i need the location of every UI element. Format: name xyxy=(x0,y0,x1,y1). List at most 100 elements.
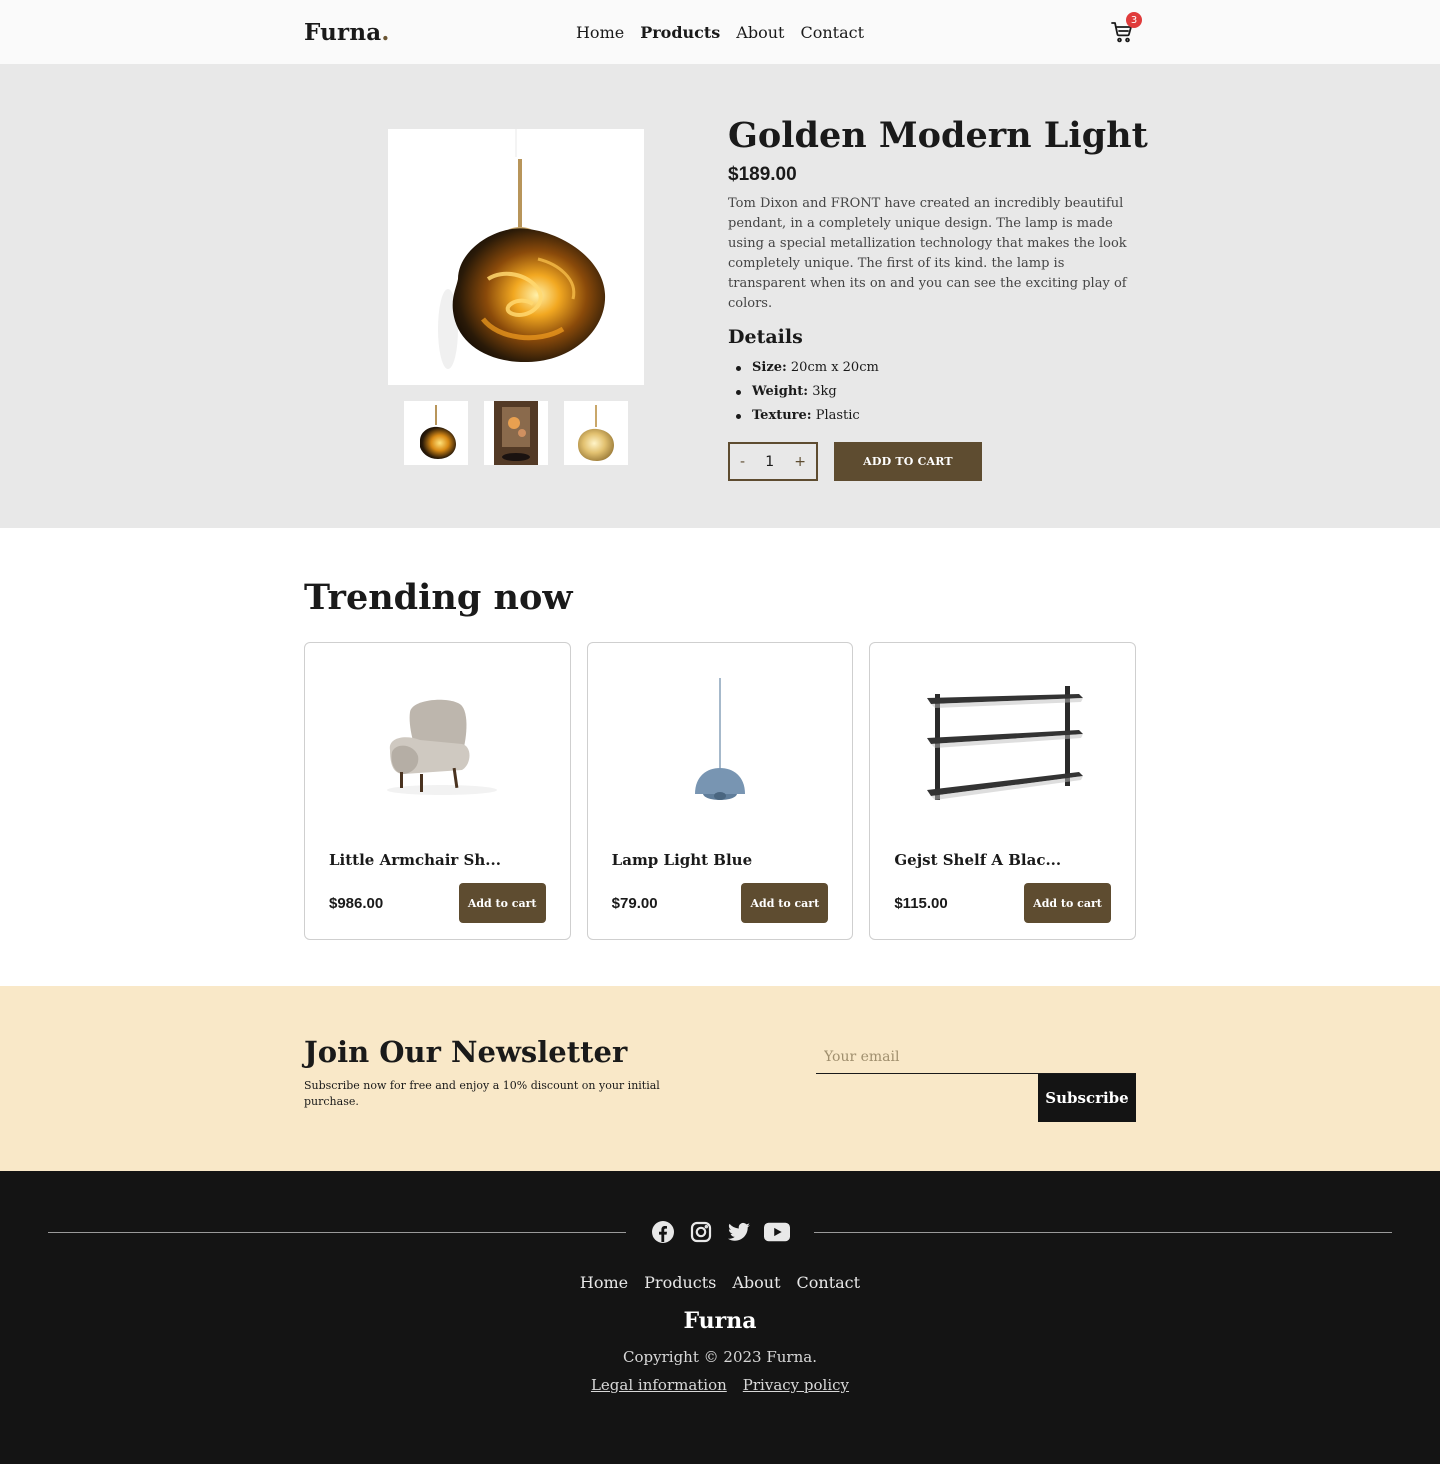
product-main-image xyxy=(388,129,644,385)
thumbnail-2[interactable] xyxy=(484,401,548,465)
detail-value: 20cm x 20cm xyxy=(786,360,879,375)
social-row xyxy=(48,1219,1392,1245)
quantity-increase-button[interactable]: + xyxy=(794,454,806,470)
armchair-image xyxy=(387,699,498,795)
main-nav: Home Products About Contact xyxy=(576,23,864,42)
twitter-glyph xyxy=(728,1222,750,1241)
copyright-text: Copyright © 2023 Furna. xyxy=(623,1348,817,1366)
product-card-footer: $986.00 Add to cart xyxy=(329,883,546,923)
trending-title: Trending now xyxy=(304,577,573,618)
detail-texture: Texture: Plastic xyxy=(728,404,1136,428)
privacy-policy-link[interactable]: Privacy policy xyxy=(743,1376,849,1394)
card-add-to-cart-button[interactable]: Add to cart xyxy=(741,883,829,923)
product-card-price: $115.00 xyxy=(894,894,948,912)
product-card-footer: $79.00 Add to cart xyxy=(612,883,829,923)
social-icons xyxy=(626,1219,814,1245)
blue-lamp-image xyxy=(695,678,745,800)
detail-label: Size: xyxy=(752,360,787,375)
product-card[interactable]: Gejst Shelf A Blac... $115.00 Add to car… xyxy=(869,642,1137,940)
card-add-to-cart-button[interactable]: Add to cart xyxy=(1024,883,1112,923)
quantity-decrease-button[interactable]: - xyxy=(740,454,745,470)
trending-section: Trending now Little Armchair Sh... $986.… xyxy=(0,528,1440,986)
subscribe-button[interactable]: Subscribe xyxy=(1038,1073,1136,1122)
footer-link-products[interactable]: Products xyxy=(644,1273,716,1292)
footer-link-about[interactable]: About xyxy=(732,1273,780,1292)
facebook-glyph xyxy=(652,1221,674,1243)
nav-link-products[interactable]: Products xyxy=(640,23,720,42)
product-description: Tom Dixon and FRONT have created an incr… xyxy=(728,196,1127,311)
golden-pendant-lamp-image xyxy=(438,129,606,369)
product-thumbnails xyxy=(404,401,628,465)
logo[interactable]: Furna. xyxy=(304,19,390,46)
newsletter-form: Subscribe xyxy=(816,1034,1136,1122)
purchase-actions: - 1 + ADD TO CART xyxy=(728,442,1136,481)
footer-nav: Home Products About Contact xyxy=(0,1273,1440,1292)
detail-value: Plastic xyxy=(811,408,860,423)
gold-lamp-thumbnail xyxy=(578,405,614,461)
navbar-inner: Furna. Home Products About Contact 3 xyxy=(304,0,1142,64)
newsletter-inner: Join Our Newsletter Subscribe now for fr… xyxy=(304,986,1136,1122)
navbar: Furna. Home Products About Contact 3 xyxy=(0,0,1440,64)
product-card-price: $986.00 xyxy=(329,894,384,912)
nav-link-home[interactable]: Home xyxy=(576,23,624,42)
product-card[interactable]: Little Armchair Sh... $986.00 Add to car… xyxy=(304,642,571,940)
newsletter-section: Join Our Newsletter Subscribe now for fr… xyxy=(0,986,1440,1171)
youtube-icon[interactable] xyxy=(764,1219,790,1245)
legal-information-link[interactable]: Legal information xyxy=(591,1376,727,1394)
detail-value: 3kg xyxy=(808,384,837,399)
product-inner: Golden Modern Light $189.00 Tom Dixon an… xyxy=(304,64,1148,481)
product-info: Golden Modern Light $189.00 Tom Dixon an… xyxy=(728,115,1148,481)
details-list: Size: 20cm x 20cm Weight: 3kg Texture: P… xyxy=(728,356,1136,428)
logo-dot: . xyxy=(381,18,390,46)
newsletter-title: Join Our Newsletter xyxy=(304,1035,628,1069)
details-heading: Details xyxy=(728,326,803,348)
cart-button[interactable]: 3 xyxy=(1110,12,1142,44)
footer-link-home[interactable]: Home xyxy=(580,1273,628,1292)
detail-size: Size: 20cm x 20cm xyxy=(728,356,1136,380)
product-card-name: Lamp Light Blue xyxy=(611,851,753,869)
product-title: Golden Modern Light xyxy=(728,115,1148,156)
nav-link-about[interactable]: About xyxy=(736,23,784,42)
card-add-to-cart-button[interactable]: Add to cart xyxy=(458,883,546,923)
divider-line xyxy=(48,1231,626,1233)
detail-label: Texture: xyxy=(752,408,812,423)
add-to-cart-button[interactable]: ADD TO CART xyxy=(834,442,982,481)
footer: Home Products About Contact Furna Copyri… xyxy=(0,1171,1440,1464)
trending-cards: Little Armchair Sh... $986.00 Add to car… xyxy=(304,642,1137,940)
quantity-value: 1 xyxy=(765,453,775,470)
logo-text: Furna xyxy=(304,18,382,46)
product-card-image xyxy=(894,643,1111,839)
footer-brand: Furna xyxy=(683,1308,757,1334)
instagram-glyph xyxy=(690,1221,712,1243)
product-card[interactable]: Lamp Light Blue $79.00 Add to cart xyxy=(586,642,854,940)
cart-count-badge: 3 xyxy=(1126,12,1142,28)
product-card-name: Little Armchair Sh... xyxy=(329,851,501,869)
golden-lamp-thumbnail xyxy=(420,405,456,459)
product-card-image xyxy=(329,643,546,839)
newsletter-subtitle: Subscribe now for free and enjoy a 10% d… xyxy=(304,1079,660,1108)
instagram-icon[interactable] xyxy=(688,1219,714,1245)
youtube-glyph xyxy=(764,1222,790,1242)
detail-label: Weight: xyxy=(752,384,809,399)
trending-inner: Trending now Little Armchair Sh... $986.… xyxy=(304,528,1137,940)
product-price: $189.00 xyxy=(728,164,797,185)
newsletter-text: Join Our Newsletter Subscribe now for fr… xyxy=(304,1034,674,1122)
detail-weight: Weight: 3kg xyxy=(728,380,1136,404)
product-gallery xyxy=(304,116,728,481)
product-card-footer: $115.00 Add to cart xyxy=(894,883,1112,923)
legal-links: Legal information Privacy policy xyxy=(0,1376,1440,1394)
product-card-price: $79.00 xyxy=(611,894,658,912)
divider-line xyxy=(814,1231,1392,1233)
twitter-icon[interactable] xyxy=(726,1219,752,1245)
quantity-stepper: - 1 + xyxy=(728,442,818,481)
thumbnail-1[interactable] xyxy=(404,401,468,465)
nav-link-contact[interactable]: Contact xyxy=(800,23,864,42)
facebook-icon[interactable] xyxy=(650,1219,676,1245)
thumbnail-3[interactable] xyxy=(564,401,628,465)
product-section: Golden Modern Light $189.00 Tom Dixon an… xyxy=(0,64,1440,528)
product-card-name: Gejst Shelf A Blac... xyxy=(894,851,1062,869)
product-card-image xyxy=(612,643,829,839)
lamp-room-thumbnail xyxy=(494,401,538,465)
footer-link-contact[interactable]: Contact xyxy=(797,1273,861,1292)
email-field[interactable] xyxy=(816,1040,1136,1074)
